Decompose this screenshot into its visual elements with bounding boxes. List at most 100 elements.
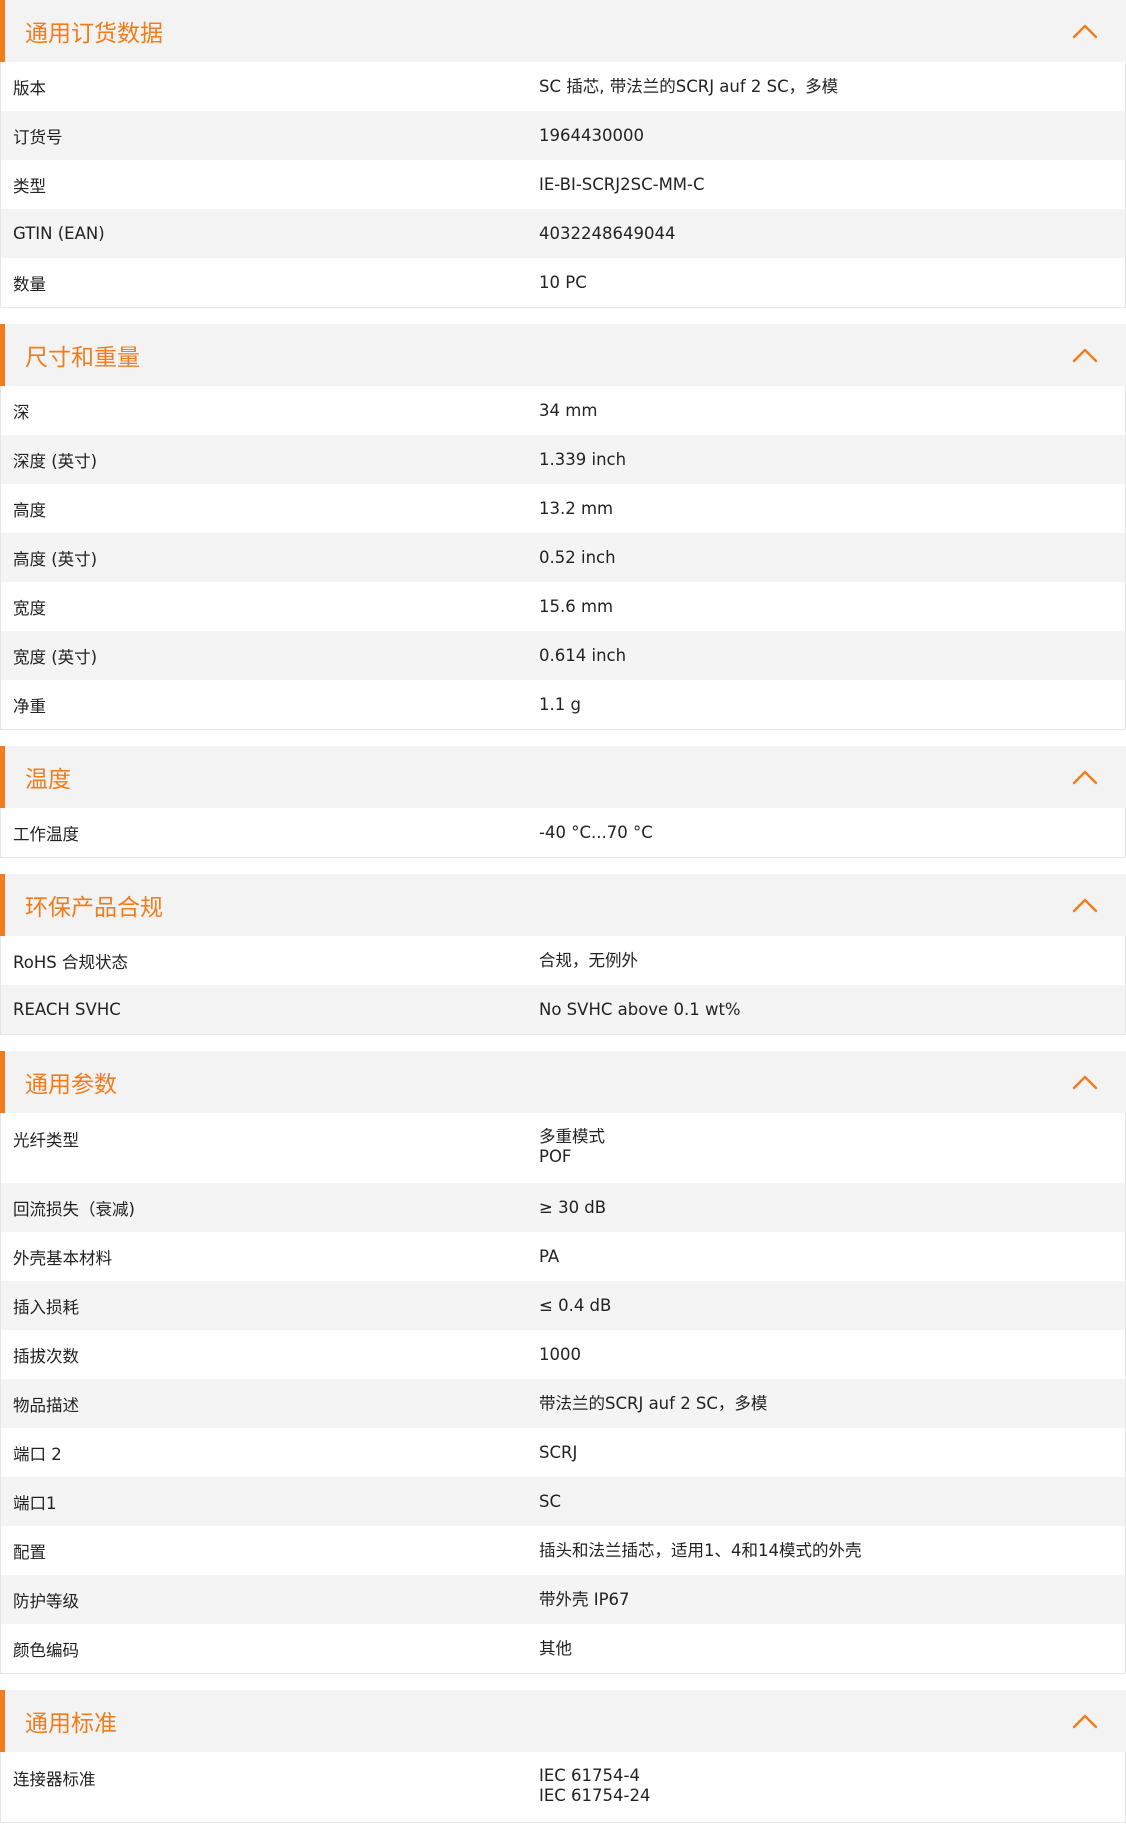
spec-value: -40 °C...70 °C xyxy=(539,823,1125,843)
spec-value: ≤ 0.4 dB xyxy=(539,1296,1125,1316)
chevron-up-icon[interactable] xyxy=(1066,886,1104,924)
spec-label: 端口 2 xyxy=(13,1444,62,1464)
spec-row: 宽度 (英寸) 0.614 inch xyxy=(1,631,1125,680)
section-rows: RoHS 合规状态 合规，无例外 REACH SVHC No SVHC above 0… xyxy=(0,936,1126,1035)
spec-value: No SVHC above 0.1 wt% xyxy=(539,1000,1125,1020)
spec-value: 多重模式 POF xyxy=(539,1127,1125,1167)
section-rows: 深 34 mm 深度 (英寸) 1.339 inch 高度 13.2 mm 高度 (英寸) 0… xyxy=(0,386,1126,730)
spec-section: 温度工作温度 -40 °C...70 °C xyxy=(0,746,1126,858)
spec-value-line: IEC 61754-24 xyxy=(539,1786,651,1805)
section-rows: 版本 SC 插芯, 带法兰的SCRJ auf 2 SC，多模 订货号 19644300… xyxy=(0,62,1126,308)
spec-value-line: 多重模式 xyxy=(539,1127,605,1146)
spec-value-line: 带法兰的SCRJ auf 2 SC，多模 xyxy=(539,1393,768,1413)
spec-value: 合规，无例外 xyxy=(539,951,1125,971)
spec-label: 物品描述 xyxy=(13,1395,79,1415)
chevron-up-icon[interactable] xyxy=(1066,336,1104,374)
spec-label: 净重 xyxy=(13,696,46,716)
spec-label: 外壳基本材料 xyxy=(13,1248,112,1268)
spec-value-line: ≤ 0.4 dB xyxy=(539,1295,612,1315)
section-title: 通用标准 xyxy=(25,1711,117,1737)
chevron-up-icon[interactable] xyxy=(1066,12,1104,50)
section-rows: 工作温度 -40 °C...70 °C xyxy=(0,808,1126,858)
spec-value: 10 PC xyxy=(539,273,1125,293)
spec-row: REACH SVHC No SVHC above 0.1 wt% xyxy=(1,985,1125,1034)
spec-value: 其他 xyxy=(539,1639,1125,1659)
spec-value: ≥ 30 dB xyxy=(539,1198,1125,1218)
spec-value: 1.1 g xyxy=(539,695,1125,715)
spec-value-line: 13.2 mm xyxy=(539,498,614,518)
spec-value-line: POF xyxy=(539,1147,572,1166)
spec-row: 回流损失（衰减) ≥ 30 dB xyxy=(1,1183,1125,1232)
spec-value-line: 1.1 g xyxy=(539,694,581,714)
spec-value: IE-BI-SCRJ2SC-MM-C xyxy=(539,175,1125,195)
spec-label: 防护等级 xyxy=(13,1591,79,1611)
spec-value-line: IEC 61754-4 xyxy=(539,1766,640,1785)
spec-value: SC 插芯, 带法兰的SCRJ auf 2 SC，多模 xyxy=(539,77,1125,97)
spec-value-line: 34 mm xyxy=(539,400,598,420)
spec-label: 颜色编码 xyxy=(13,1640,79,1660)
spec-value-line: 0.52 inch xyxy=(539,547,616,567)
section-title: 尺寸和重量 xyxy=(25,345,140,371)
section-header-toggle[interactable]: 通用参数 xyxy=(0,1051,1126,1113)
spec-row: 深 34 mm xyxy=(1,386,1125,435)
spec-label: 深 xyxy=(13,402,30,422)
section-gap xyxy=(0,1035,1126,1051)
spec-row: 数量 10 PC xyxy=(1,258,1125,307)
section-gap xyxy=(0,1674,1126,1690)
spec-label: 光纤类型 xyxy=(13,1131,79,1150)
spec-label: 连接器标准 xyxy=(13,1770,96,1789)
spec-label: 深度 (英寸) xyxy=(13,451,98,471)
spec-value: 13.2 mm xyxy=(539,499,1125,519)
spec-row: 光纤类型 多重模式 POF xyxy=(1,1113,1125,1183)
spec-section: 环保产品合规 RoHS 合规状态 合规，无例外 REACH SVHC No SVHC a… xyxy=(0,874,1126,1035)
spec-row: 端口 2 SCRJ xyxy=(1,1428,1125,1477)
spec-label: 高度 (英寸) xyxy=(13,549,98,569)
spec-value-line: 4032248649044 xyxy=(539,223,676,243)
spec-row: 工作温度 -40 °C...70 °C xyxy=(1,808,1125,857)
spec-row: 净重 1.1 g xyxy=(1,680,1125,729)
spec-value: 1.339 inch xyxy=(539,450,1125,470)
section-rows: 光纤类型 多重模式 POF 回流损失（衰减) ≥ 30 dB 外壳基本材料 PA 插入损耗 ≤ … xyxy=(0,1113,1126,1674)
spec-label: 高度 xyxy=(13,500,46,520)
spec-value-line: IE-BI-SCRJ2SC-MM-C xyxy=(539,174,705,194)
chevron-up-icon[interactable] xyxy=(1066,1063,1104,1101)
spec-row: 插入损耗 ≤ 0.4 dB xyxy=(1,1281,1125,1330)
spec-value-line: SC 插芯, 带法兰的SCRJ auf 2 SC，多模 xyxy=(539,76,839,96)
spec-label: REACH SVHC xyxy=(13,1000,121,1019)
spec-value: 1964430000 xyxy=(539,126,1125,146)
spec-label: 工作温度 xyxy=(13,824,79,844)
spec-value: SCRJ xyxy=(539,1443,1125,1463)
spec-value: 带外壳 IP67 xyxy=(539,1590,1125,1610)
section-header-toggle[interactable]: 尺寸和重量 xyxy=(0,324,1126,386)
spec-row: 版本 SC 插芯, 带法兰的SCRJ auf 2 SC，多模 xyxy=(1,62,1125,111)
spec-value: SC xyxy=(539,1492,1125,1512)
spec-value-line: SC xyxy=(539,1491,561,1511)
section-header-toggle[interactable]: 通用订货数据 xyxy=(0,0,1126,62)
spec-value-line: 其他 xyxy=(539,1638,572,1658)
section-header-toggle[interactable]: 通用标准 xyxy=(0,1690,1126,1752)
spec-label: 插拔次数 xyxy=(13,1346,79,1366)
chevron-up-icon[interactable] xyxy=(1066,1702,1104,1740)
spec-value-line: 插头和法兰插芯，适用1、4和14模式的外壳 xyxy=(539,1540,862,1560)
spec-value-line: PA xyxy=(539,1246,560,1266)
spec-label: 宽度 (英寸) xyxy=(13,647,98,667)
spec-row: 颜色编码 其他 xyxy=(1,1624,1125,1673)
section-header-toggle[interactable]: 环保产品合规 xyxy=(0,874,1126,936)
spec-value-line: 0.614 inch xyxy=(539,645,627,665)
spec-value-line: 1964430000 xyxy=(539,125,644,145)
spec-row: 高度 (英寸) 0.52 inch xyxy=(1,533,1125,582)
spec-value-line: No SVHC above 0.1 wt% xyxy=(539,999,741,1019)
spec-row: 插拔次数 1000 xyxy=(1,1330,1125,1379)
chevron-up-icon[interactable] xyxy=(1066,758,1104,796)
spec-row: 订货号 1964430000 xyxy=(1,111,1125,160)
section-title: 环保产品合规 xyxy=(25,895,163,921)
section-gap xyxy=(0,858,1126,874)
spec-value-line: ≥ 30 dB xyxy=(539,1197,607,1217)
spec-value: 34 mm xyxy=(539,401,1125,421)
spec-value-line: -40 °C...70 °C xyxy=(539,822,653,842)
section-header-toggle[interactable]: 温度 xyxy=(0,746,1126,808)
spec-row: 宽度 15.6 mm xyxy=(1,582,1125,631)
spec-section: 尺寸和重量深 34 mm 深度 (英寸) 1.339 inch 高度 13.2 mm 高度 … xyxy=(0,324,1126,730)
spec-label: 回流损失（衰减) xyxy=(13,1199,135,1219)
spec-value: 0.52 inch xyxy=(539,548,1125,568)
